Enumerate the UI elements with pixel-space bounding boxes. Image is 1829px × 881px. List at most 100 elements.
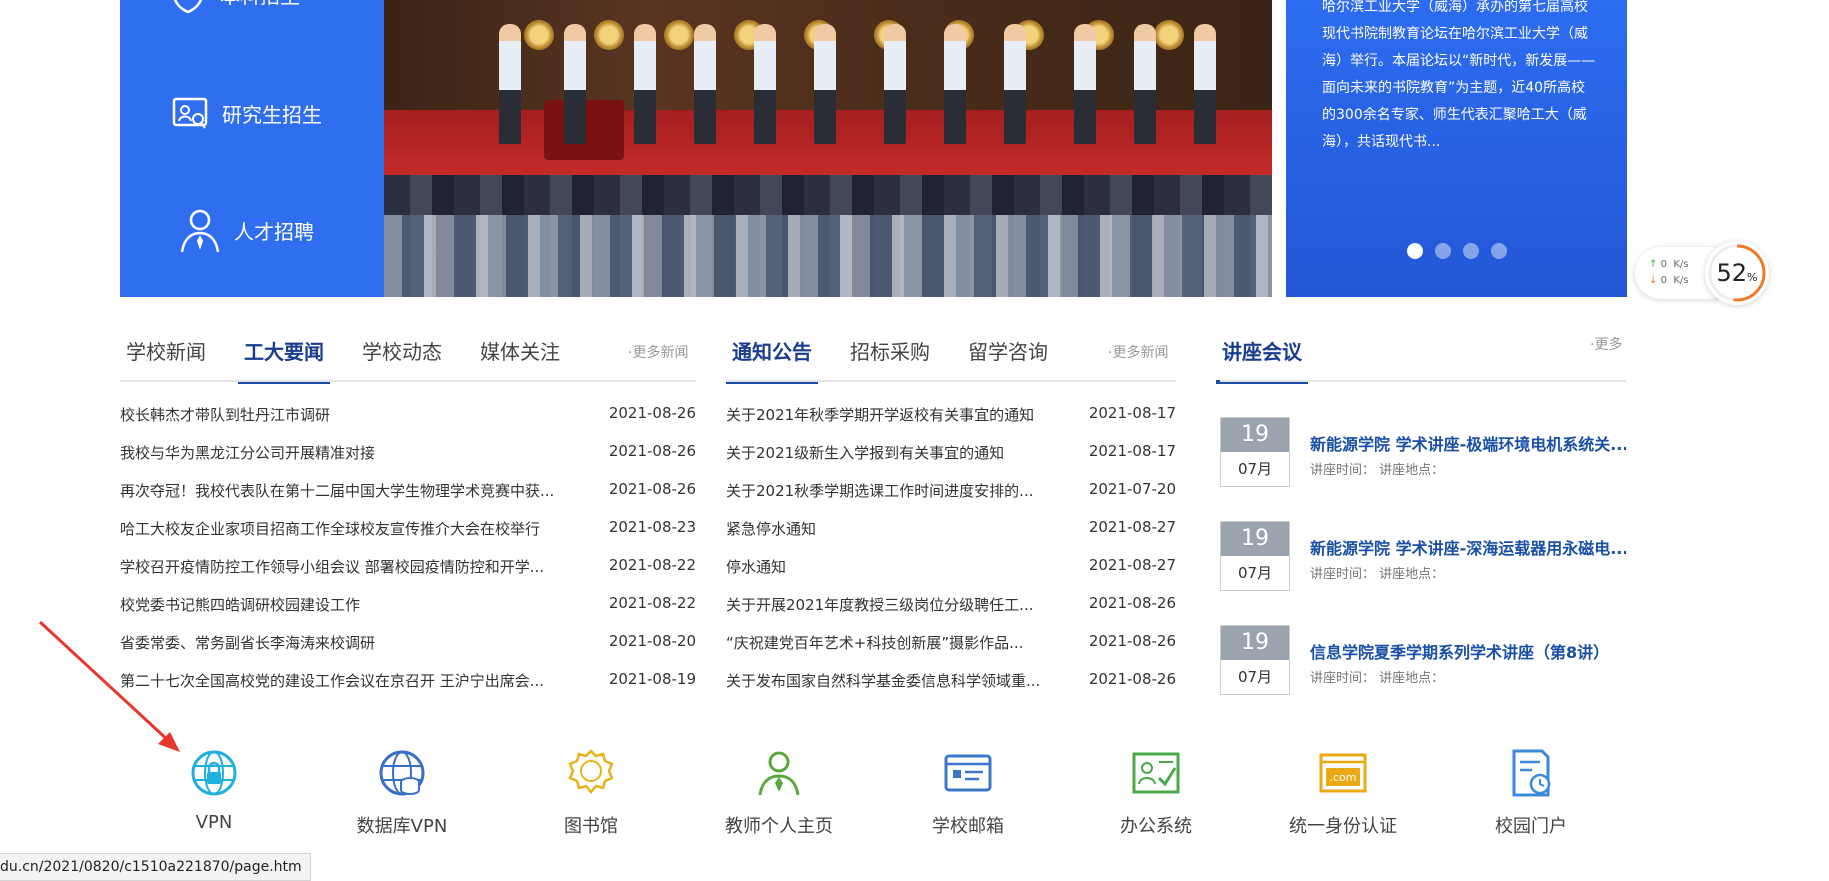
list-item[interactable]: 哈工大校友企业家项目招商工作全球校友宣传推介大会在校举行 2021-08-23 bbox=[120, 518, 696, 556]
tab-hit-headlines[interactable]: 工大要闻 bbox=[238, 330, 330, 384]
photo-person bbox=[1074, 24, 1096, 144]
banner-caption-text[interactable]: 哈尔滨工业大学（威海）承办的第七届高校现代书院制教育论坛在哈尔滨工业大学（威海）… bbox=[1322, 0, 1596, 156]
photo-crowd bbox=[384, 215, 1272, 297]
photo-person bbox=[944, 24, 966, 144]
tab-study-abroad[interactable]: 留学咨询 bbox=[962, 330, 1054, 374]
quick-link-label: 统一身份认证 bbox=[1289, 816, 1397, 837]
list-item[interactable]: 校长韩杰才带队到牡丹江市调研 2021-08-26 bbox=[120, 404, 696, 442]
notices-divider bbox=[726, 380, 1176, 382]
list-item[interactable]: 紧急停水通知 2021-08-27 bbox=[726, 518, 1176, 556]
quick-link-office-system[interactable]: 办公系统 bbox=[1081, 748, 1231, 838]
lectures-divider bbox=[1220, 380, 1626, 382]
notice-title[interactable]: 关于2021秋季学期选课工作时间进度安排的... bbox=[726, 480, 1033, 518]
list-item[interactable]: “庆祝建党百年艺术+科技创新展”摄影作品... 2021-08-26 bbox=[726, 632, 1176, 670]
list-item[interactable]: 关于2021级新生入学报到有关事宜的通知 2021-08-17 bbox=[726, 442, 1176, 480]
quick-link-campus-portal[interactable]: 校园门户 bbox=[1456, 748, 1606, 838]
upload-value: 0 bbox=[1660, 259, 1667, 270]
carousel-dot[interactable] bbox=[1435, 243, 1451, 259]
id-card-icon bbox=[172, 97, 208, 129]
list-item[interactable]: 学校召开疫情防控工作领导小组会议 部署校园疫情防控和开学... 2021-08-2… bbox=[120, 556, 696, 594]
lecture-date-box: 19 07月 bbox=[1220, 417, 1290, 487]
notice-date: 2021-08-17 bbox=[1088, 442, 1176, 460]
carousel-dot[interactable] bbox=[1407, 243, 1423, 259]
list-item[interactable]: 关于发布国家自然科学基金委信息科学领域重... 2021-08-26 bbox=[726, 670, 1176, 708]
download-speed: ↓ 0 K/s bbox=[1649, 275, 1688, 286]
lecture-title[interactable]: 信息学院夏季学期系列学术讲座（第8讲） bbox=[1310, 639, 1626, 663]
news-title[interactable]: 第二十七次全国高校党的建设工作会议在京召开 王沪宁出席会... bbox=[120, 670, 544, 708]
side-item-graduate[interactable]: 研究生招生 bbox=[170, 93, 322, 133]
lecture-day: 19 bbox=[1221, 522, 1289, 556]
photo-medal bbox=[664, 20, 694, 50]
news-title[interactable]: 校长韩杰才带队到牡丹江市调研 bbox=[120, 404, 330, 442]
news-title[interactable]: 我校与华为黑龙江分公司开展精准对接 bbox=[120, 442, 375, 480]
quick-link-vpn[interactable]: VPN bbox=[139, 748, 289, 833]
news-date: 2021-08-20 bbox=[608, 632, 696, 650]
upload-arrow-icon: ↑ bbox=[1649, 259, 1658, 270]
quick-link-label: 校园门户 bbox=[1495, 816, 1567, 837]
news-list: 校长韩杰才带队到牡丹江市调研 2021-08-26 我校与华为黑龙江分公司开展精准… bbox=[120, 404, 696, 708]
list-item[interactable]: 省委常委、常务副省长李海涛来校调研 2021-08-20 bbox=[120, 632, 696, 670]
news-title[interactable]: 省委常委、常务副省长李海涛来校调研 bbox=[120, 632, 375, 670]
quick-link-teacher-homepage[interactable]: 教师个人主页 bbox=[704, 748, 854, 838]
news-title[interactable]: 哈工大校友企业家项目招商工作全球校友宣传推介大会在校举行 bbox=[120, 518, 540, 556]
carousel-dot[interactable] bbox=[1463, 243, 1479, 259]
list-item[interactable]: 关于2021秋季学期选课工作时间进度安排的... 2021-07-20 bbox=[726, 480, 1176, 518]
photo-medal bbox=[1154, 20, 1184, 50]
carousel-dot[interactable] bbox=[1491, 243, 1507, 259]
news-date: 2021-08-19 bbox=[608, 670, 696, 688]
tab-school-news[interactable]: 学校新闻 bbox=[120, 330, 212, 374]
lecture-meta: 讲座时间： 讲座地点： bbox=[1310, 463, 1445, 478]
notice-title[interactable]: “庆祝建党百年艺术+科技创新展”摄影作品... bbox=[726, 632, 1023, 670]
side-item-recruit[interactable]: 人才招聘 bbox=[178, 206, 314, 254]
dotcom-icon: .com bbox=[1319, 753, 1367, 793]
tab-notices[interactable]: 通知公告 bbox=[726, 330, 818, 384]
notice-title[interactable]: 关于开展2021年度教授三级岗位分级聘任工... bbox=[726, 594, 1033, 632]
quick-link-school-mail[interactable]: 学校邮箱 bbox=[893, 748, 1043, 838]
quick-link-identity-auth[interactable]: .com 统一身份认证 bbox=[1268, 748, 1418, 838]
notice-title[interactable]: 紧急停水通知 bbox=[726, 518, 816, 556]
notice-title[interactable]: 停水通知 bbox=[726, 556, 786, 594]
quick-link-library[interactable]: 图书馆 bbox=[516, 748, 666, 838]
list-item[interactable]: 关于2021年秋季学期开学返校有关事宜的通知 2021-08-17 bbox=[726, 404, 1176, 442]
tab-procurement[interactable]: 招标采购 bbox=[844, 330, 936, 374]
news-more-link[interactable]: ·更多新闻 bbox=[628, 342, 688, 362]
list-item[interactable]: 校党委书记熊四皓调研校园建设工作 2021-08-22 bbox=[120, 594, 696, 632]
notice-title[interactable]: 关于发布国家自然科学基金委信息科学领域重... bbox=[726, 670, 1040, 708]
notice-title[interactable]: 关于2021年秋季学期开学返校有关事宜的通知 bbox=[726, 404, 1034, 442]
news-date: 2021-08-26 bbox=[608, 480, 696, 498]
banner-photo[interactable] bbox=[384, 0, 1272, 297]
notice-date: 2021-07-20 bbox=[1088, 480, 1176, 498]
quick-link-database-vpn[interactable]: 数据库VPN bbox=[327, 748, 477, 838]
list-item[interactable]: 关于开展2021年度教授三级岗位分级聘任工... 2021-08-26 bbox=[726, 594, 1176, 632]
lecture-title[interactable]: 新能源学院 学术讲座-极端环境电机系统关... bbox=[1310, 431, 1626, 455]
list-item[interactable]: 我校与华为黑龙江分公司开展精准对接 2021-08-26 bbox=[120, 442, 696, 480]
percent-sign: % bbox=[1747, 271, 1758, 284]
tab-media-focus[interactable]: 媒体关注 bbox=[474, 330, 566, 374]
lecture-item[interactable]: 19 07月 新能源学院 学术讲座-深海运载器用永磁电... 讲座时间： 讲座地… bbox=[1220, 521, 1626, 593]
tab-lectures[interactable]: 讲座会议 bbox=[1216, 330, 1308, 384]
lecture-item[interactable]: 19 07月 新能源学院 学术讲座-极端环境电机系统关... 讲座时间： 讲座地… bbox=[1220, 417, 1626, 489]
network-speed-widget[interactable]: ↑ 0 K/s ↓ 0 K/s 52% bbox=[1635, 237, 1771, 309]
download-unit: K/s bbox=[1673, 275, 1689, 286]
news-title[interactable]: 再次夺冠！我校代表队在第十二届中国大学生物理学术竞赛中获... bbox=[120, 480, 554, 518]
notices-more-link[interactable]: ·更多新闻 bbox=[1108, 342, 1168, 362]
list-item[interactable]: 第二十七次全国高校党的建设工作会议在京召开 王沪宁出席会... 2021-08-1… bbox=[120, 670, 696, 708]
lecture-item[interactable]: 19 07月 信息学院夏季学期系列学术讲座（第8讲） 讲座时间： 讲座地点： bbox=[1220, 625, 1626, 697]
lecture-month: 07月 bbox=[1237, 668, 1273, 686]
mail-card-icon bbox=[944, 754, 992, 792]
lecture-title[interactable]: 新能源学院 学术讲座-深海运载器用永磁电... bbox=[1310, 535, 1626, 559]
carousel-dots bbox=[1407, 243, 1507, 259]
lecture-month: 07月 bbox=[1237, 460, 1273, 478]
lecture-day: 19 bbox=[1221, 418, 1289, 452]
list-item[interactable]: 停水通知 2021-08-27 bbox=[726, 556, 1176, 594]
tab-school-updates[interactable]: 学校动态 bbox=[356, 330, 448, 374]
lectures-more-link[interactable]: ·更多 bbox=[1590, 334, 1622, 354]
percent-value: 52 bbox=[1716, 259, 1748, 287]
notice-title[interactable]: 关于2021级新生入学报到有关事宜的通知 bbox=[726, 442, 1004, 480]
news-title[interactable]: 学校召开疫情防控工作领导小组会议 部署校园疫情防控和开学... bbox=[120, 556, 544, 594]
notice-date: 2021-08-26 bbox=[1088, 670, 1176, 688]
list-item[interactable]: 再次夺冠！我校代表队在第十二届中国大学生物理学术竞赛中获... 2021-08-2… bbox=[120, 480, 696, 518]
quick-link-label: 数据库VPN bbox=[356, 816, 448, 837]
side-item-undergrad[interactable]: 本科招生 bbox=[168, 0, 300, 14]
news-title[interactable]: 校党委书记熊四皓调研校园建设工作 bbox=[120, 594, 360, 632]
